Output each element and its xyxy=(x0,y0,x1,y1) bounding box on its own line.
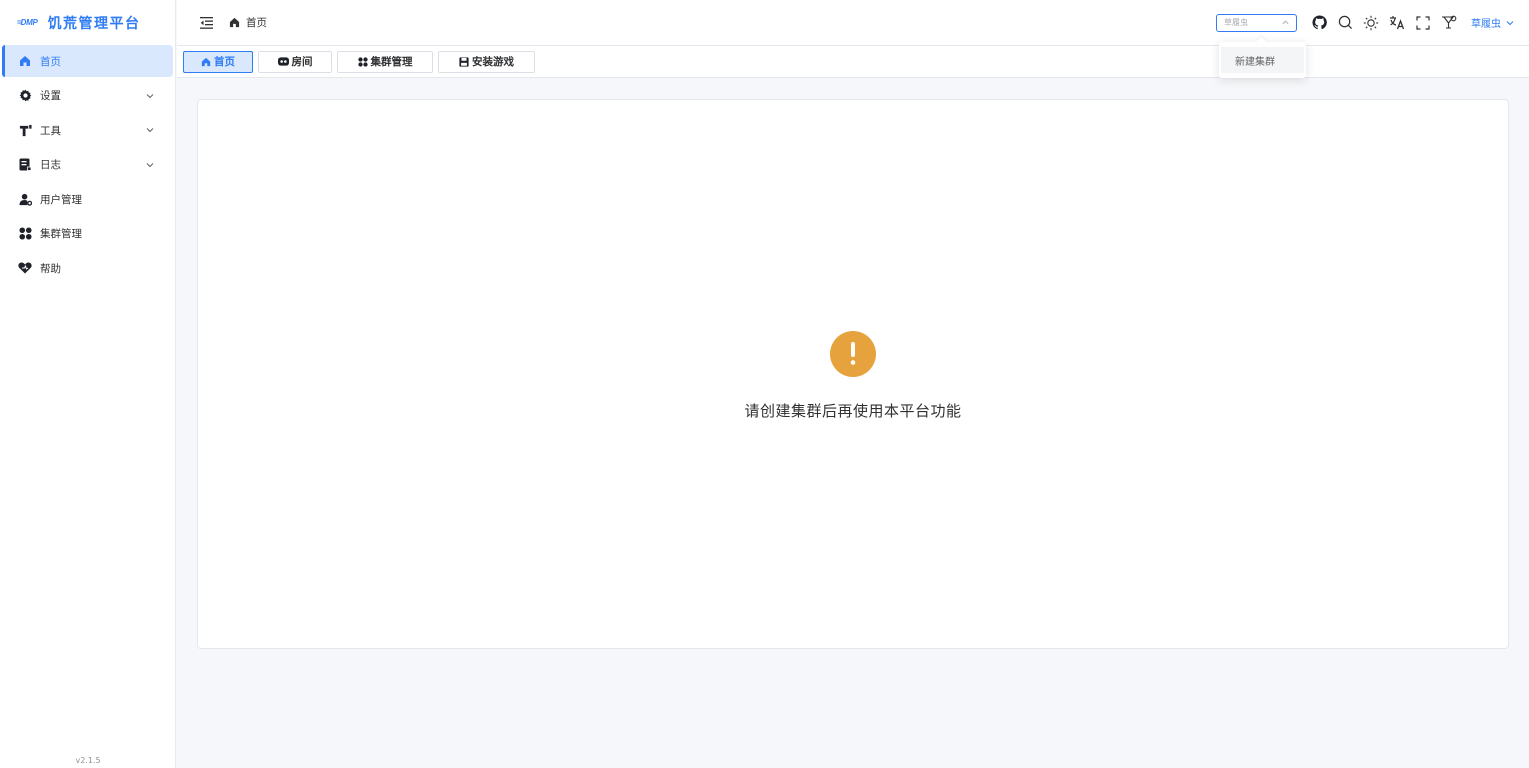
sidebar-item-cluster-management[interactable]: 集群管理 xyxy=(2,218,173,250)
cluster-select-value: 草履虫 xyxy=(1224,18,1248,27)
sidebar-item-settings[interactable]: 设置 xyxy=(2,80,173,112)
chevron-down-icon xyxy=(1506,20,1514,25)
tabs-bar: 首页 房间 集群管理 安装游戏 xyxy=(177,45,1529,78)
sidebar-item-label: 首页 xyxy=(40,55,61,68)
chevron-down-icon xyxy=(146,128,154,133)
home-icon xyxy=(18,54,32,68)
version-label: v2.1.5 xyxy=(75,756,101,765)
sidebar-item-label: 集群管理 xyxy=(40,228,82,240)
tab-room[interactable]: 房间 xyxy=(258,50,332,73)
tab-label: 首页 xyxy=(214,56,235,68)
breadcrumb-current[interactable]: 首页 xyxy=(246,15,267,30)
tab-label: 安装游戏 xyxy=(472,56,514,68)
gear-icon xyxy=(18,89,32,103)
install-icon xyxy=(459,56,469,67)
sidebar-item-help[interactable]: 帮助 xyxy=(2,252,173,284)
tab-cluster-management[interactable]: 集群管理 xyxy=(337,50,433,73)
user-menu[interactable]: 草履虫 xyxy=(1471,15,1515,30)
cluster-icon xyxy=(18,227,32,241)
sidebar-item-label: 帮助 xyxy=(40,262,61,275)
sidebar-item-label: 设置 xyxy=(40,90,61,102)
sidebar-menu: 首页 设置 工具 日志 用户管理 集群管理 帮助 xyxy=(0,45,175,284)
theme-style-icon[interactable] xyxy=(1441,15,1457,31)
search-icon[interactable] xyxy=(1337,15,1353,31)
logo[interactable]: =DMP 饥荒管理平台 xyxy=(0,0,175,45)
sidebar-item-home[interactable]: 首页 xyxy=(2,45,173,77)
translate-icon[interactable] xyxy=(1389,15,1405,31)
main-card: 请创建集群后再使用本平台功能 xyxy=(197,99,1509,649)
top-header: 首页 草履虫 草履虫 xyxy=(177,0,1529,45)
user-name: 草履虫 xyxy=(1471,19,1501,30)
empty-message: 请创建集群后再使用本平台功能 xyxy=(744,402,962,420)
theme-sun-icon[interactable] xyxy=(1363,15,1379,31)
home-icon xyxy=(201,57,211,67)
help-icon xyxy=(18,261,32,275)
logo-mark: =DMP xyxy=(17,18,38,27)
warning-icon xyxy=(830,331,876,377)
new-cluster-option[interactable]: 新建集群 xyxy=(1221,47,1304,73)
tab-install-game[interactable]: 安装游戏 xyxy=(438,50,535,73)
tab-label: 房间 xyxy=(291,56,313,68)
log-icon xyxy=(18,158,32,172)
sidebar-item-label: 日志 xyxy=(40,159,61,171)
chevron-down-icon xyxy=(146,93,154,98)
chevron-down-icon xyxy=(146,162,154,167)
home-icon xyxy=(229,17,240,28)
tab-label: 集群管理 xyxy=(370,56,413,68)
room-icon xyxy=(277,57,289,66)
tools-icon xyxy=(18,123,32,137)
tab-home[interactable]: 首页 xyxy=(183,50,253,73)
collapse-sidebar-icon[interactable] xyxy=(200,16,214,30)
fullscreen-icon[interactable] xyxy=(1415,15,1431,31)
sidebar-item-label: 工具 xyxy=(40,124,61,137)
sidebar: =DMP 饥荒管理平台 首页 设置 工具 日志 用户管理 集群管理 帮助 v2.… xyxy=(0,0,176,768)
cluster-icon xyxy=(357,56,368,67)
sidebar-item-tools[interactable]: 工具 xyxy=(2,114,173,146)
sidebar-item-user-management[interactable]: 用户管理 xyxy=(2,183,173,215)
user-manage-icon xyxy=(18,192,32,206)
cluster-select[interactable]: 草履虫 xyxy=(1216,13,1297,32)
sidebar-item-label: 用户管理 xyxy=(40,193,82,206)
chevron-up-icon xyxy=(1282,20,1289,25)
sidebar-item-logs[interactable]: 日志 xyxy=(2,149,173,181)
github-icon[interactable] xyxy=(1311,15,1327,31)
breadcrumb: 首页 xyxy=(229,15,267,30)
cluster-dropdown: 新建集群 xyxy=(1219,42,1306,78)
app-title: 饥荒管理平台 xyxy=(47,15,141,32)
